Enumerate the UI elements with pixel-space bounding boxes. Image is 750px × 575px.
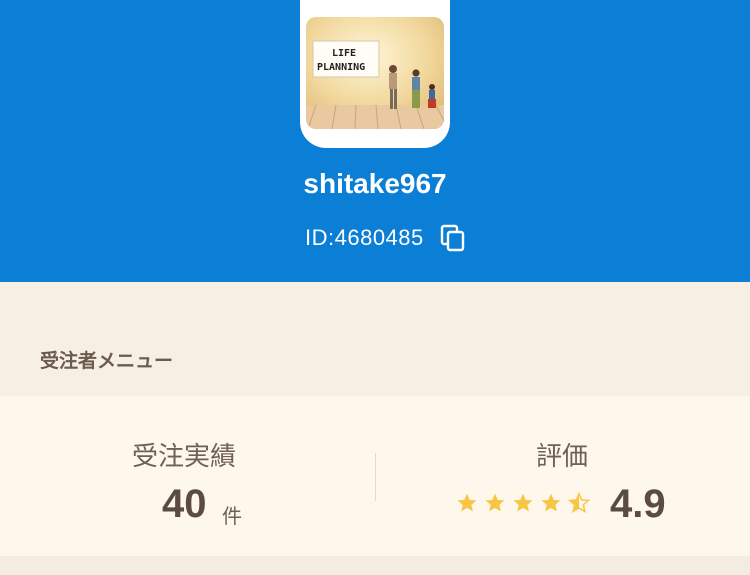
user-id: ID:4680485 bbox=[305, 225, 424, 250]
orders-unit: 件 bbox=[222, 504, 242, 528]
star-icon bbox=[485, 493, 505, 512]
avatar-sign-text-1: LIFE bbox=[332, 48, 356, 59]
orders-label: 受注実績 bbox=[132, 442, 237, 472]
menu-section bbox=[0, 282, 750, 396]
username: shitake967 bbox=[303, 168, 447, 199]
user-id-row: ID:4680485 bbox=[305, 222, 466, 254]
avatar-picture-icon: LIFE PLANNING bbox=[306, 17, 444, 129]
rating-label: 評価 bbox=[536, 442, 589, 472]
profile-header: LIFE PLANNING shitake967 ID:4680485 bbox=[0, 0, 750, 282]
section-title: 受注者メニュー bbox=[40, 350, 174, 372]
star-icon bbox=[513, 493, 533, 512]
orders-count: 40 bbox=[162, 482, 207, 526]
star-icon bbox=[541, 493, 561, 512]
avatar[interactable]: LIFE PLANNING bbox=[300, 0, 450, 148]
bottom-strip bbox=[0, 556, 750, 575]
rating-stars bbox=[456, 492, 590, 514]
rating-value: 4.9 bbox=[610, 482, 666, 526]
star-icon bbox=[457, 493, 477, 512]
half-star-icon bbox=[568, 492, 590, 513]
stats-divider bbox=[375, 453, 376, 501]
avatar-image: LIFE PLANNING bbox=[306, 17, 444, 129]
avatar-sign-text-2: PLANNING bbox=[317, 62, 365, 73]
copy-icon[interactable] bbox=[440, 224, 466, 252]
